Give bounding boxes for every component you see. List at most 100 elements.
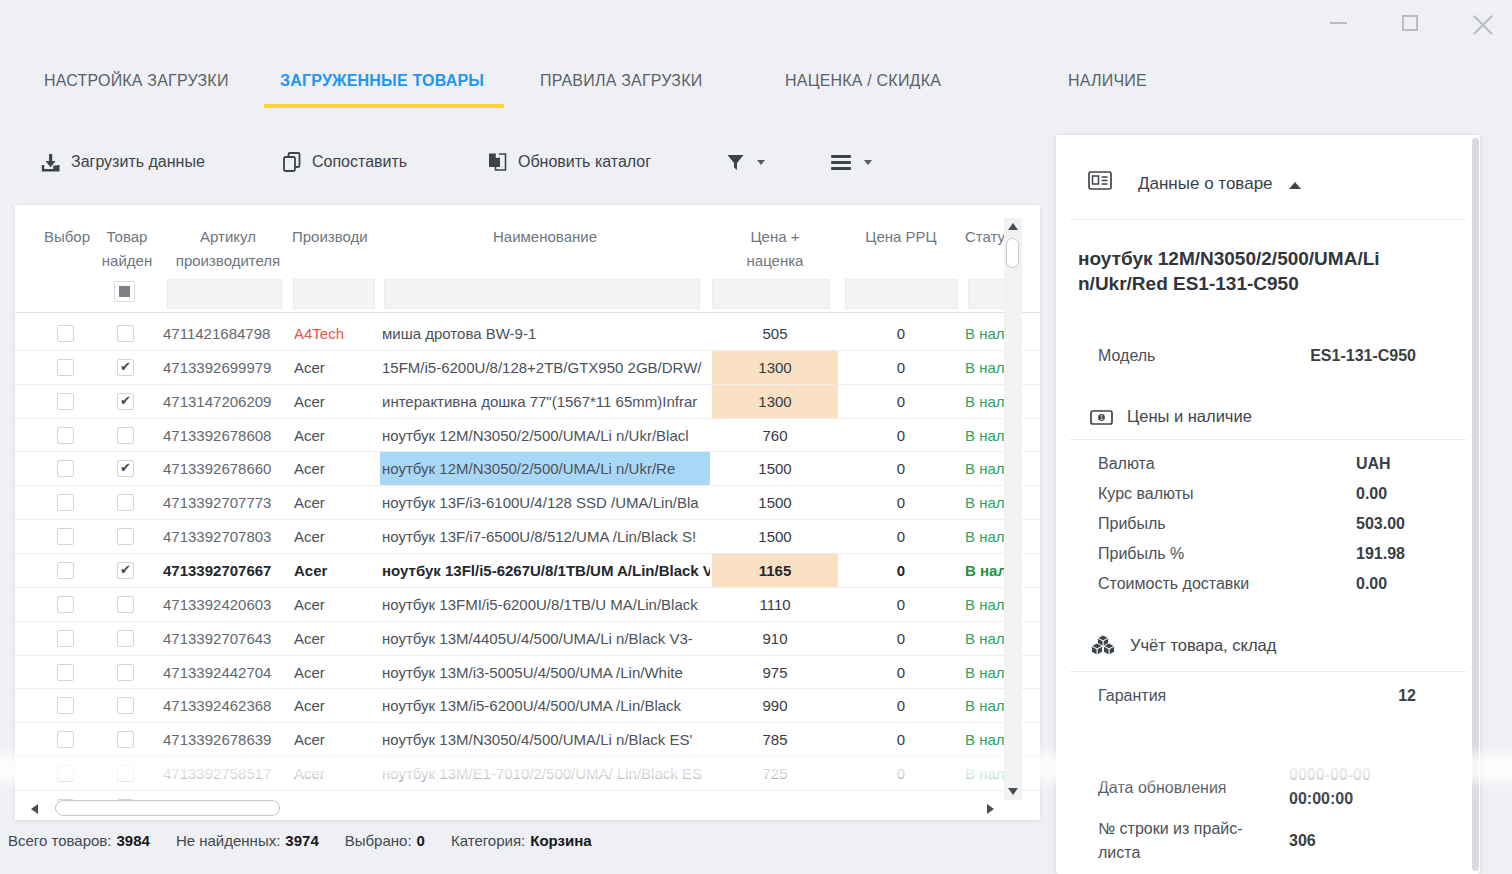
filter-rrc-input[interactable] [845, 279, 958, 309]
row-found-checkbox[interactable] [117, 765, 134, 782]
maximize-button[interactable] [1402, 15, 1418, 31]
row-select-checkbox[interactable] [57, 528, 74, 545]
row-select-checkbox[interactable] [57, 596, 74, 613]
panel-scrollbar[interactable] [1472, 138, 1479, 871]
table-row[interactable]: 4713392678639Acerноутбук 13M/N3050/4/500… [15, 723, 1040, 757]
table-row[interactable]: 4711421684798A4Techмиша дротова BW-9-150… [15, 317, 1040, 351]
row-found-checkbox[interactable] [117, 528, 134, 545]
tab-load-settings[interactable]: НАСТРОЙКА ЗАГРУЗКИ [44, 72, 229, 90]
collapse-icon[interactable] [1289, 182, 1301, 189]
table-row[interactable]: 4713392442704Acerноутбук 13M/i3-5005U/4/… [15, 656, 1040, 690]
row-found-checkbox[interactable] [117, 562, 134, 579]
col-header-name[interactable]: Наименование [380, 225, 710, 249]
stock-section-header: Учёт товара, склад [1090, 633, 1276, 657]
product-data-icon [1088, 171, 1114, 197]
filter-name-input[interactable] [384, 279, 700, 309]
horizontal-scrollbar-thumb[interactable] [55, 800, 280, 816]
cell-manufacturer: Acer [294, 723, 379, 756]
row-found-checkbox[interactable] [117, 697, 134, 714]
row-found-checkbox[interactable] [117, 630, 134, 647]
update-catalog-button[interactable]: Обновить каталог [486, 148, 651, 176]
cell-price-markup: 910 [712, 622, 838, 655]
col-header-status[interactable]: Статус [965, 225, 1005, 249]
table-row[interactable]: 4713392462368Acerноутбук 13M/i5-6200U/4/… [15, 689, 1040, 723]
cell-price-rrc: 0 [838, 757, 964, 790]
minimize-button[interactable] [1330, 22, 1347, 24]
table-row[interactable]: 4713392420603Acerноутбук 13FMI/i5-6200U/… [15, 588, 1040, 622]
horizontal-scrollbar[interactable] [15, 800, 1040, 820]
table-row[interactable]: 4713392678608Acerноутбук 12M/N3050/2/500… [15, 419, 1040, 453]
table-row[interactable]: 4713392758517Acerноутбук 13M/E1-7010/2/5… [15, 757, 1040, 791]
row-found-checkbox[interactable] [117, 731, 134, 748]
col-header-select[interactable]: Выбор [38, 225, 96, 249]
divider [1070, 439, 1466, 440]
vertical-scrollbar[interactable] [1004, 218, 1022, 800]
row-select-checkbox[interactable] [57, 393, 74, 410]
close-button[interactable] [1473, 13, 1493, 33]
cell-price-rrc: 0 [838, 689, 964, 722]
table-row[interactable]: 4713147206209Acerинтерактивна дошка 77"(… [15, 385, 1040, 419]
col-header-price-markup[interactable]: Цена +наценка [712, 225, 838, 273]
row-select-checkbox[interactable] [57, 697, 74, 714]
filter-article-input[interactable] [167, 279, 282, 309]
row-select-checkbox[interactable] [57, 325, 74, 342]
filter-button[interactable] [726, 148, 765, 176]
scroll-up-icon[interactable] [1008, 223, 1018, 230]
col-header-found[interactable]: Товарнайден [99, 225, 155, 273]
table-row[interactable]: 4713392707803Acerноутбук 13F/i7-6500U/8/… [15, 520, 1040, 554]
row-found-checkbox[interactable] [117, 596, 134, 613]
col-header-manufacturer[interactable]: Производитель [292, 225, 368, 249]
cell-price-rrc: 0 [838, 452, 964, 485]
scroll-left-icon[interactable] [31, 804, 38, 814]
divider [1070, 219, 1466, 220]
tab-load-rules[interactable]: ПРАВИЛА ЗАГРУЗКИ [540, 72, 702, 90]
cell-price-markup: 505 [712, 317, 838, 350]
row-found-checkbox[interactable] [117, 494, 134, 511]
row-found-checkbox[interactable] [117, 359, 134, 376]
table-row[interactable]: 4713392699979Acer15FM/i5-6200U/8/128+2TB… [15, 351, 1040, 385]
table-row[interactable]: 4713392707643Acerноутбук 13M/4405U/4/500… [15, 622, 1040, 656]
cell-price-rrc: 0 [838, 588, 964, 621]
table-row[interactable]: 4713392707667Acerноутбук 13Fl/i5-6267U/8… [15, 554, 1040, 588]
row-select-checkbox[interactable] [57, 630, 74, 647]
row-found-checkbox[interactable] [117, 393, 134, 410]
scroll-right-icon[interactable] [987, 804, 994, 814]
table-row[interactable]: 4713392707773Acerноутбук 13F/i3-6100U/4/… [15, 486, 1040, 520]
cell-price-markup: 1165 [712, 554, 838, 587]
row-found-checkbox[interactable] [117, 664, 134, 681]
prices-section-header: 1 Цены и наличие [1090, 407, 1252, 426]
tab-markup-discount[interactable]: НАЦЕНКА / СКИДКА [785, 72, 941, 90]
cell-price-rrc: 0 [838, 554, 964, 587]
row-select-checkbox[interactable] [57, 664, 74, 681]
table-row[interactable]: 4713392678660Acerноутбук 12M/N3050/2/500… [15, 452, 1040, 486]
menu-button[interactable] [830, 148, 872, 176]
col-header-article[interactable]: Артикулпроизводителя [163, 225, 293, 273]
row-select-checkbox[interactable] [57, 427, 74, 444]
tab-availability[interactable]: НАЛИЧИЕ [1068, 72, 1147, 90]
scroll-down-icon[interactable] [1008, 788, 1018, 795]
cell-price-markup: 1300 [712, 385, 838, 418]
row-select-checkbox[interactable] [57, 494, 74, 511]
cell-article: 4713392678660 [163, 452, 289, 485]
load-data-button[interactable]: Загрузить данные [40, 148, 205, 176]
vertical-scrollbar-thumb[interactable] [1006, 238, 1019, 268]
panel-header[interactable]: Данные о товаре [1088, 171, 1301, 197]
filter-price-input[interactable] [712, 279, 830, 309]
match-button[interactable]: Сопоставить [281, 148, 407, 176]
cell-price-markup: 1300 [712, 351, 838, 384]
cell-price-rrc: 0 [838, 351, 964, 384]
cell-price-markup: 760 [712, 419, 838, 452]
row-select-checkbox[interactable] [57, 460, 74, 477]
filter-manufacturer-input[interactable] [293, 279, 375, 309]
cubes-icon [1090, 633, 1116, 657]
row-select-checkbox[interactable] [57, 765, 74, 782]
col-header-price-rrc[interactable]: Цена РРЦ [838, 225, 964, 249]
tab-loaded-products[interactable]: ЗАГРУЖЕННЫЕ ТОВАРЫ [280, 72, 484, 90]
row-found-checkbox[interactable] [117, 325, 134, 342]
row-select-checkbox[interactable] [57, 562, 74, 579]
row-select-checkbox[interactable] [57, 731, 74, 748]
row-found-checkbox[interactable] [117, 460, 134, 477]
filter-found-checkbox[interactable] [114, 281, 135, 302]
row-select-checkbox[interactable] [57, 359, 74, 376]
row-found-checkbox[interactable] [117, 427, 134, 444]
